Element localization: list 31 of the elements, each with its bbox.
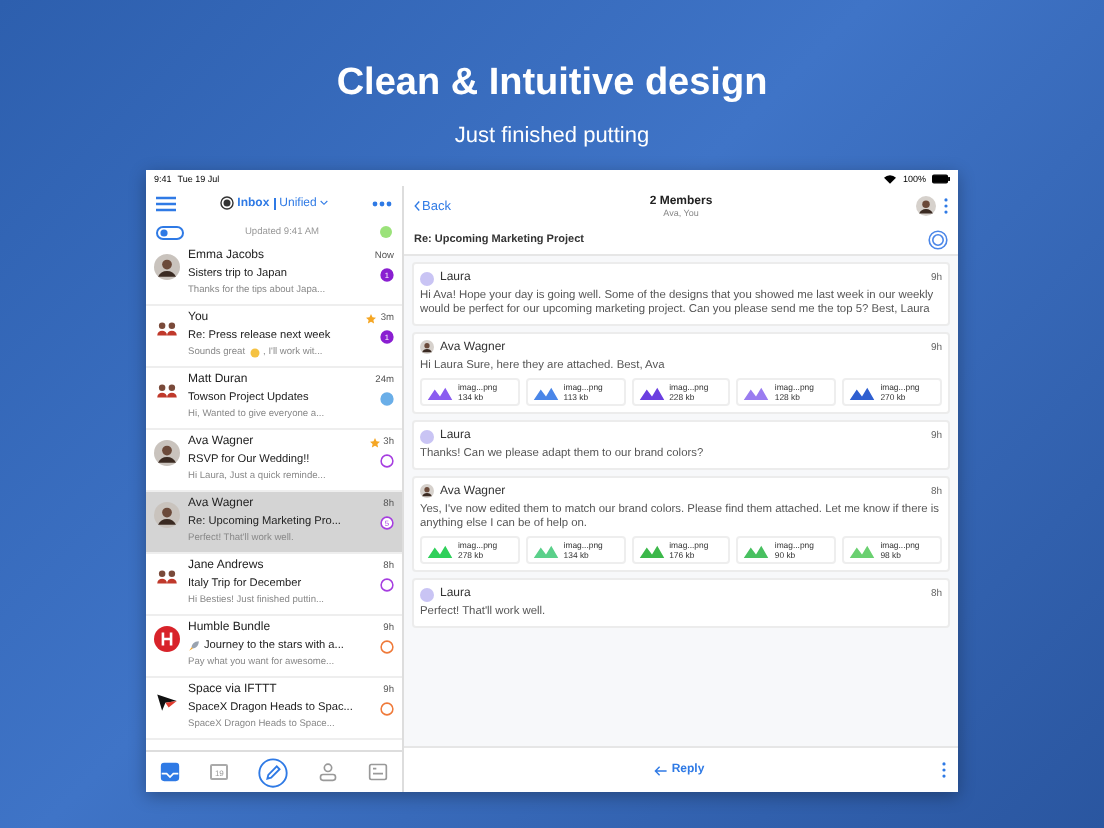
status-icon[interactable]: [928, 230, 948, 250]
contacts-icon: [317, 762, 338, 782]
battery-icon: [932, 173, 950, 183]
avatar-icon: [420, 340, 434, 355]
rocket-icon: [188, 640, 200, 653]
avatar-icon: [420, 271, 434, 285]
wifi-icon: [884, 173, 897, 183]
headline: Clean & Intuitive design: [336, 60, 768, 108]
chevron-left-icon: [414, 200, 420, 212]
reply-icon: [653, 763, 668, 777]
avatar-icon: [420, 429, 434, 444]
files-icon: [367, 762, 388, 782]
avatar-icon[interactable]: [916, 196, 936, 216]
avatar-icon: [154, 440, 180, 466]
tab-bar-item[interactable]: [363, 758, 392, 786]
chevron-down-icon[interactable]: [320, 200, 329, 206]
sync-status-icon: [380, 226, 392, 238]
logo-icon: [154, 626, 180, 652]
subheadline: Just finished putting: [454, 122, 650, 150]
tab-bar-item[interactable]: [156, 758, 185, 786]
more-icon[interactable]: [372, 199, 392, 207]
avatar-icon: [420, 587, 434, 602]
inbox-icon: [160, 762, 181, 782]
toggle-switch[interactable]: [156, 225, 184, 239]
menu-icon[interactable]: [156, 193, 176, 213]
avatar-icon: [154, 254, 180, 280]
avatar-icon: [154, 502, 180, 528]
account-icon: [219, 196, 234, 210]
avatar-icon: [420, 484, 434, 499]
tab-bar-item[interactable]: [253, 753, 292, 791]
compose-icon: [257, 757, 288, 787]
